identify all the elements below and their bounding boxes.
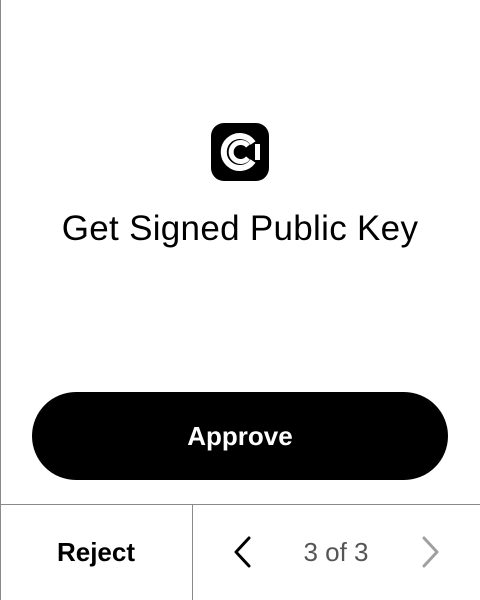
page-indicator: 3 of 3: [303, 537, 369, 567]
reject-button[interactable]: Reject: [0, 505, 192, 600]
page-title: Get Signed Public Key: [61, 209, 419, 248]
approve-button-label: Approve: [187, 420, 293, 451]
reject-button-label: Reject: [56, 537, 136, 567]
app-logo-icon: [211, 123, 269, 181]
approve-button[interactable]: Approve: [32, 392, 448, 480]
chevron-left-icon: [234, 536, 251, 568]
next-page-button[interactable]: [410, 531, 450, 573]
pager: 3 of 3: [193, 505, 480, 600]
bottom-action-bar: Reject 3 of 3: [0, 504, 480, 600]
chevron-right-icon: [422, 536, 439, 568]
previous-page-button[interactable]: [223, 531, 263, 573]
